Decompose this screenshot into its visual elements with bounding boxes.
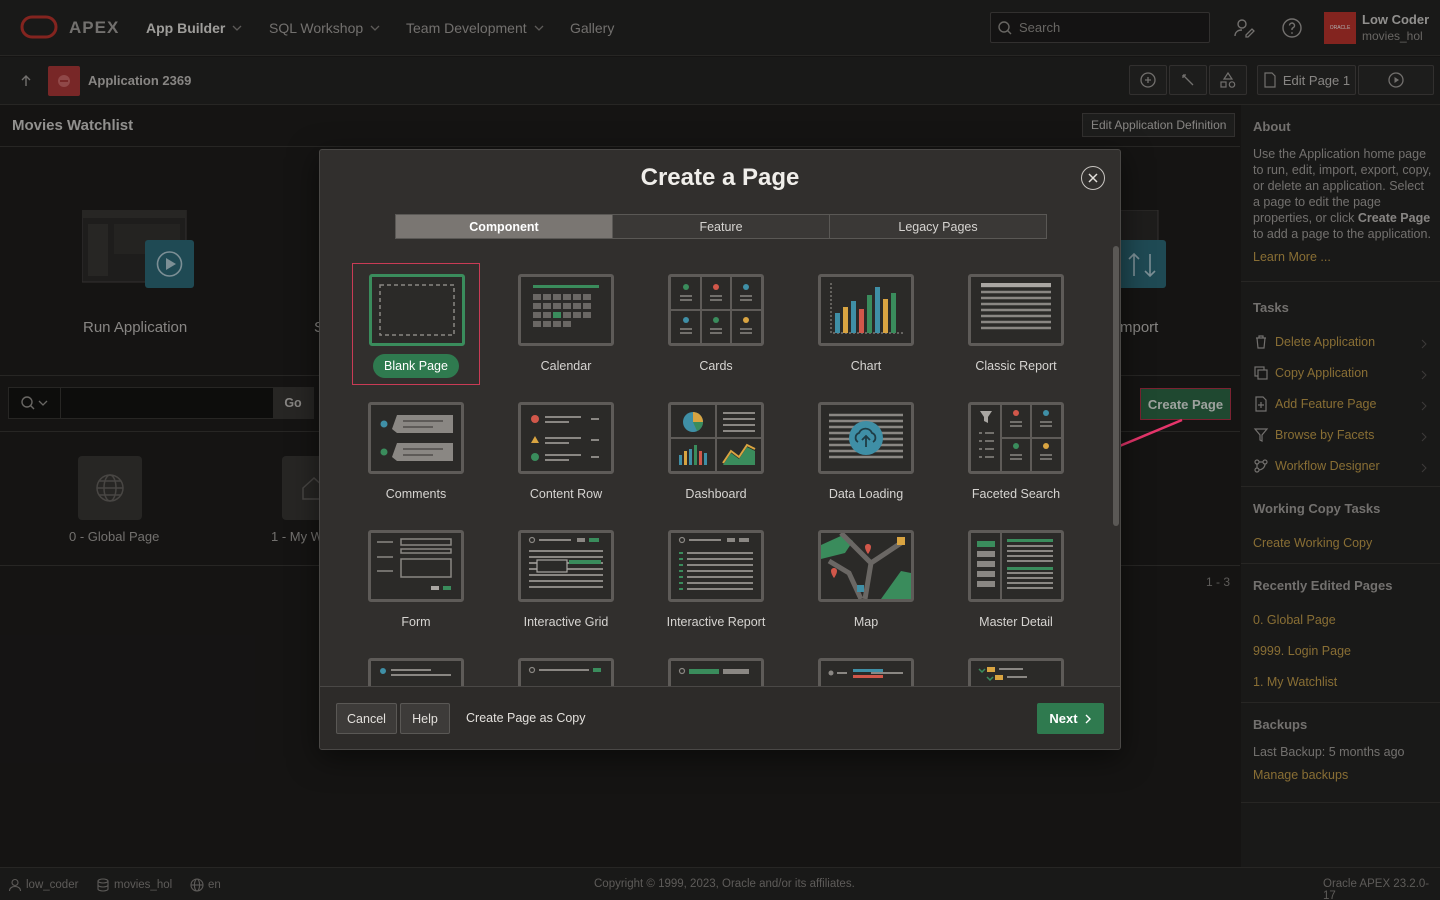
selected-label: Blank Page xyxy=(373,354,459,378)
page-type-map[interactable]: Map xyxy=(802,520,930,642)
page-type-interactive-grid[interactable]: Interactive Grid xyxy=(502,520,630,642)
chevron-right-icon xyxy=(1085,714,1091,723)
page-type-thumbnail-icon xyxy=(818,658,914,686)
page-type-interactive-report[interactable]: Interactive Report xyxy=(652,520,780,642)
interactive-grid-icon xyxy=(518,530,614,602)
page-type-thumbnail-icon xyxy=(668,658,764,686)
create-page-dialog: Create a Page Component Feature Legacy P… xyxy=(319,149,1121,750)
close-icon xyxy=(1088,173,1098,183)
tab-legacy-pages[interactable]: Legacy Pages xyxy=(830,215,1046,238)
tab-feature[interactable]: Feature xyxy=(613,215,830,238)
close-button[interactable] xyxy=(1081,166,1105,190)
page-type-thumbnail-icon xyxy=(968,658,1064,686)
page-type-partial[interactable] xyxy=(502,648,630,686)
blank-page-icon xyxy=(369,274,465,346)
card-label: Map xyxy=(853,615,879,629)
page-type-form[interactable]: Form xyxy=(352,520,480,642)
page-type-partial[interactable] xyxy=(802,648,930,686)
card-label: Interactive Grid xyxy=(523,615,609,629)
card-label: Data Loading xyxy=(828,487,904,501)
card-label: Form xyxy=(401,615,431,629)
form-icon xyxy=(368,530,464,602)
page-type-chart[interactable]: Chart xyxy=(802,264,930,386)
tab-component[interactable]: Component xyxy=(396,215,613,238)
dialog-title: Create a Page xyxy=(640,164,800,191)
master-detail-icon xyxy=(968,530,1064,602)
page-type-partial[interactable] xyxy=(652,648,780,686)
card-label: Dashboard xyxy=(685,487,747,501)
card-label: Calendar xyxy=(540,359,592,373)
page-type-faceted-search[interactable]: Faceted Search xyxy=(952,392,1080,514)
calendar-icon xyxy=(518,274,614,346)
page-type-comments[interactable]: Comments xyxy=(352,392,480,514)
next-button[interactable]: Next xyxy=(1037,703,1104,734)
card-label: Classic Report xyxy=(975,359,1057,373)
dashboard-icon xyxy=(668,402,764,474)
card-label: Chart xyxy=(850,359,882,373)
data-loading-icon xyxy=(818,402,914,474)
page-type-thumbnail-icon xyxy=(368,658,464,686)
card-label: Interactive Report xyxy=(666,615,766,629)
page-type-partial[interactable] xyxy=(352,648,480,686)
card-label: Comments xyxy=(385,487,447,501)
chart-icon xyxy=(818,274,914,346)
page-type-calendar[interactable]: Calendar xyxy=(502,264,630,386)
create-page-as-copy-button[interactable]: Create Page as Copy xyxy=(466,711,586,725)
page-type-content-row[interactable]: Content Row xyxy=(502,392,630,514)
cancel-button[interactable]: Cancel xyxy=(336,703,397,734)
card-label: Master Detail xyxy=(979,615,1053,629)
page-type-thumbnail-icon xyxy=(518,658,614,686)
page-type-cards[interactable]: Cards xyxy=(652,264,780,386)
dialog-scrollbar[interactable] xyxy=(1113,246,1119,526)
comments-icon xyxy=(368,402,464,474)
card-label: Cards xyxy=(699,359,733,373)
page-type-dashboard[interactable]: Dashboard xyxy=(652,392,780,514)
card-label: Faceted Search xyxy=(971,487,1061,501)
dialog-footer: Cancel Help Create Page as Copy Next xyxy=(320,686,1120,749)
classic-report-icon xyxy=(968,274,1064,346)
help-button[interactable]: Help xyxy=(400,703,450,734)
page-type-grid: Blank Page Calendar Cards Chart Classic … xyxy=(320,250,1110,686)
faceted-search-icon xyxy=(968,402,1064,474)
content-row-icon xyxy=(518,402,614,474)
card-label: Content Row xyxy=(529,487,603,501)
page-type-partial[interactable] xyxy=(952,648,1080,686)
cards-icon xyxy=(668,274,764,346)
page-type-classic-report[interactable]: Classic Report xyxy=(952,264,1080,386)
page-type-blank-page[interactable]: Blank Page xyxy=(352,263,480,385)
dialog-tabs: Component Feature Legacy Pages xyxy=(395,214,1047,239)
page-type-data-loading[interactable]: Data Loading xyxy=(802,392,930,514)
interactive-report-icon xyxy=(668,530,764,602)
map-icon xyxy=(818,530,914,602)
page-type-master-detail[interactable]: Master Detail xyxy=(952,520,1080,642)
